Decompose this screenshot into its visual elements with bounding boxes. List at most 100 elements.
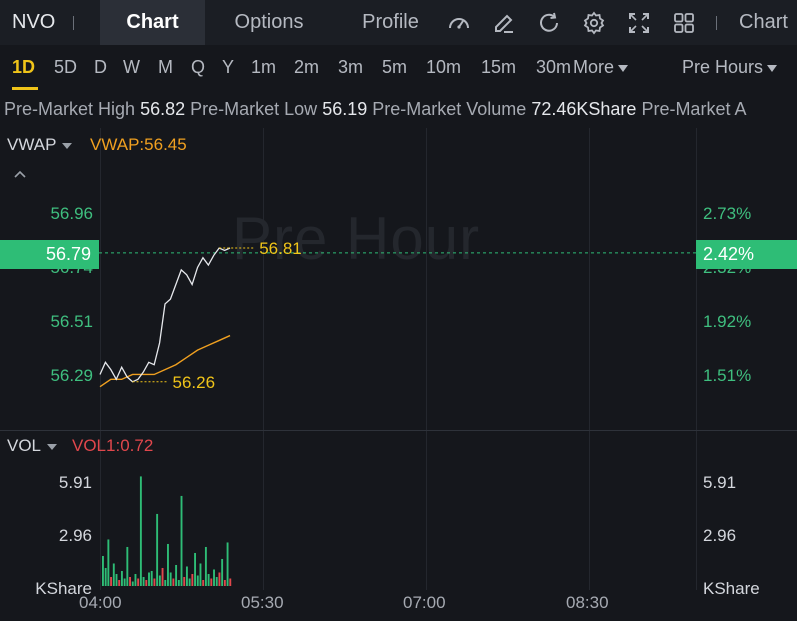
timeframe-10m[interactable]: 10m (426, 57, 461, 78)
volume-bar (207, 573, 210, 586)
settings-icon[interactable] (582, 11, 606, 35)
current-price-tag: 56.79 (0, 240, 99, 269)
refresh-icon[interactable] (537, 11, 561, 35)
grid-icon[interactable] (672, 11, 696, 35)
volume-bar (158, 575, 161, 586)
low-marker-label: 56.26 (173, 373, 216, 392)
volume-bar (126, 546, 129, 586)
volume-bar (223, 579, 226, 586)
top-nav: NVO Chart Options Profile Chart (0, 0, 797, 45)
nav-divider (73, 16, 74, 30)
premarket-volume-value: 72.46KShare (531, 99, 637, 119)
timeframe-m[interactable]: M (158, 57, 173, 78)
premarket-high-value: 56.82 (140, 99, 186, 119)
timeframe-bar: 1D 5D D W M Q Y 1m 2m 3m 5m 10m 15m 30m … (0, 45, 797, 90)
gauge-icon[interactable] (447, 11, 471, 35)
chart-area[interactable]: Pre Hour VWAP VWAP:56.45 56.96 56.74 56.… (0, 128, 797, 621)
volume-bar (213, 569, 215, 586)
chevron-down-icon (618, 64, 629, 72)
volume-bar (221, 558, 224, 586)
tab-options[interactable]: Options (214, 0, 324, 45)
timeframe-1d[interactable]: 1D (12, 57, 35, 78)
volume-bar (202, 579, 205, 586)
volume-bar (164, 579, 167, 586)
timeframe-y[interactable]: Y (222, 57, 234, 78)
volume-bar (175, 564, 178, 586)
volume-indicator-label: VOL (7, 436, 42, 455)
volume-bar (150, 570, 153, 586)
volume-bar (196, 575, 199, 586)
premarket-high-label: Pre-Market High (4, 99, 136, 119)
volume-bar (120, 570, 123, 586)
ticker-symbol[interactable]: NVO (12, 11, 55, 34)
premarket-more-label: Pre-Market A (641, 99, 747, 119)
volume-bar (118, 579, 121, 586)
volume-axis-label: 2.96 (703, 526, 737, 545)
volume-bar (194, 552, 197, 586)
premarket-summary-strip: Pre-Market High 56.82 Pre-Market Low 56.… (0, 90, 797, 128)
price-line (99, 247, 231, 383)
volume-bar (210, 578, 213, 586)
volume-bar (156, 513, 159, 586)
volume-bar (107, 539, 110, 586)
volume-bar (102, 555, 104, 586)
tab-chart[interactable]: Chart (100, 0, 205, 45)
session-label: Pre Hours (682, 57, 764, 77)
time-axis-label: 05:30 (241, 593, 284, 612)
chart-mode-label[interactable]: Chart (739, 11, 788, 34)
volume-bar (218, 572, 221, 586)
timeframe-5m[interactable]: 5m (382, 57, 407, 78)
volume-bar (172, 578, 175, 586)
volume-bar (153, 578, 156, 586)
premarket-volume-label: Pre-Market Volume (372, 99, 527, 119)
timeframe-3m[interactable]: 3m (338, 57, 363, 78)
fullscreen-icon[interactable] (627, 11, 651, 35)
timeframe-2m[interactable]: 2m (294, 57, 319, 78)
volume-bar (134, 573, 137, 586)
volume-bar (229, 578, 232, 586)
chart-plot: 56.81 56.26 (99, 239, 696, 586)
volume-bar (104, 567, 107, 586)
volume-bar (161, 567, 164, 586)
volume-value: VOL1:0.72 (72, 436, 154, 455)
volume-bar (183, 576, 186, 586)
time-axis-label: 08:30 (566, 593, 609, 612)
timeframe-1m[interactable]: 1m (251, 57, 276, 78)
edit-icon[interactable] (492, 11, 516, 35)
volume-bar (145, 579, 148, 586)
volume-bar (199, 563, 202, 586)
timeframe-30m[interactable]: 30m (536, 57, 571, 78)
nav-divider (716, 16, 717, 30)
tab-profile[interactable]: Profile (343, 0, 438, 45)
volume-indicator-selector[interactable]: VOL (7, 436, 58, 456)
more-timeframes-dropdown[interactable]: More (573, 57, 629, 78)
more-label: More (573, 57, 615, 77)
premarket-low-label: Pre-Market Low (190, 99, 318, 119)
timeframe-w[interactable]: W (123, 57, 140, 78)
volume-unit-label: KShare (703, 579, 760, 598)
volume-bar (129, 576, 131, 586)
session-dropdown[interactable]: Pre Hours (682, 57, 778, 78)
time-axis-label: 07:00 (403, 593, 446, 612)
volume-bar (131, 581, 134, 586)
volume-bar (167, 543, 169, 586)
volume-axis-label: 2.96 (58, 526, 92, 545)
volume-bar (110, 576, 113, 586)
volume-bar (112, 563, 115, 586)
volume-bar (142, 576, 145, 586)
timeframe-q[interactable]: Q (191, 57, 205, 78)
volume-axis-label: 5.91 (58, 473, 92, 492)
current-percent-tag: 2.42% (696, 240, 797, 269)
timeframe-5d[interactable]: 5D (54, 57, 77, 78)
volume-bar (115, 573, 118, 586)
volume-bar (188, 578, 191, 586)
timeframe-15m[interactable]: 15m (481, 57, 516, 78)
chevron-down-icon (767, 64, 778, 72)
volume-bar (191, 573, 194, 586)
volume-axis-label: 5.91 (703, 473, 737, 492)
time-axis-label: 04:00 (79, 593, 122, 612)
volume-bar (215, 576, 218, 586)
timeframe-d[interactable]: D (94, 57, 107, 78)
volume-bar (204, 546, 207, 586)
volume-bar (185, 566, 188, 586)
